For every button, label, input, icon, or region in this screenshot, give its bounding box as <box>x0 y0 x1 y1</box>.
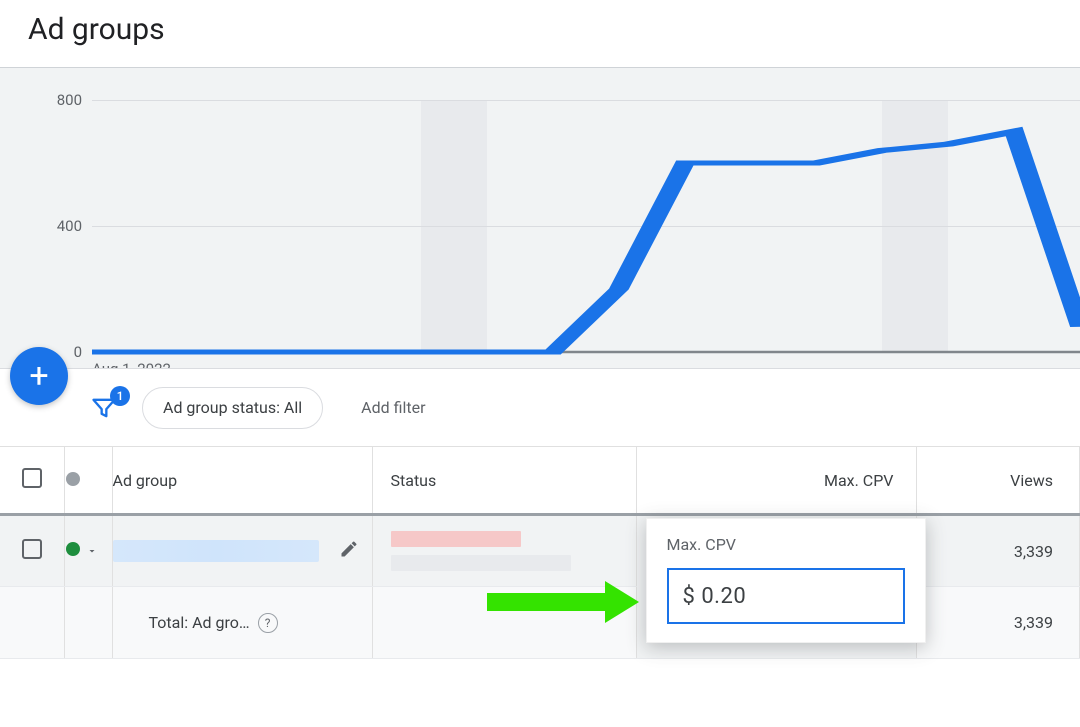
y-tick: 800 <box>42 91 82 109</box>
col-header-views[interactable]: Views <box>916 447 1080 515</box>
ad-groups-table: Ad group Status Max. CPV Views <box>0 446 1080 659</box>
status-dot-icon[interactable] <box>66 542 80 556</box>
col-header-ad-group[interactable]: Ad group <box>112 447 372 515</box>
page-title: Ad groups <box>0 12 1080 67</box>
chart-area[interactable]: 800 400 0 Aug 1, 2022 <box>92 100 1080 352</box>
views-cell: 3,339 <box>916 515 1080 587</box>
help-icon[interactable]: ? <box>258 613 278 633</box>
filter-bar: + 1 Ad group status: All Add filter <box>0 368 1080 446</box>
popover-label: Max. CPV <box>667 535 905 554</box>
ad-group-name-redacted[interactable] <box>113 540 319 562</box>
filter-icon-button[interactable]: 1 <box>90 394 118 422</box>
annotation-arrow <box>487 583 637 623</box>
status-dot-icon <box>66 472 80 486</box>
add-filter-button[interactable]: Add filter <box>361 398 425 417</box>
col-header-status[interactable]: Status <box>372 447 636 515</box>
max-cpv-popover: Max. CPV $ 0.20 <box>646 518 926 643</box>
chart-svg <box>92 100 1080 352</box>
filter-count-badge: 1 <box>110 386 130 406</box>
views-total-cell: 3,339 <box>916 587 1080 659</box>
max-cpv-input[interactable]: $ 0.20 <box>667 568 905 624</box>
col-header-max-cpv[interactable]: Max. CPV <box>636 447 916 515</box>
y-tick: 400 <box>42 217 82 235</box>
add-fab-button[interactable]: + <box>10 347 68 405</box>
filter-chip-label: Ad group status: All <box>163 398 302 417</box>
row-checkbox[interactable] <box>22 539 42 559</box>
table-row: Max. CPV $ 0.20 3,339 <box>0 515 1080 587</box>
max-cpv-cell: Max. CPV $ 0.20 <box>636 515 916 659</box>
plus-icon: + <box>29 356 48 396</box>
filter-chip-status[interactable]: Ad group status: All <box>142 387 323 429</box>
max-cpv-value: $ 0.20 <box>683 584 747 609</box>
chevron-down-icon[interactable] <box>86 542 98 561</box>
select-all-checkbox[interactable] <box>22 468 42 488</box>
table-header-row: Ad group Status Max. CPV Views <box>0 447 1080 515</box>
status-redacted <box>391 531 635 571</box>
pencil-icon[interactable] <box>339 539 359 563</box>
total-row-label: Total: Ad gro… <box>149 613 250 632</box>
chart-panel: 800 400 0 Aug 1, 2022 <box>0 67 1080 368</box>
